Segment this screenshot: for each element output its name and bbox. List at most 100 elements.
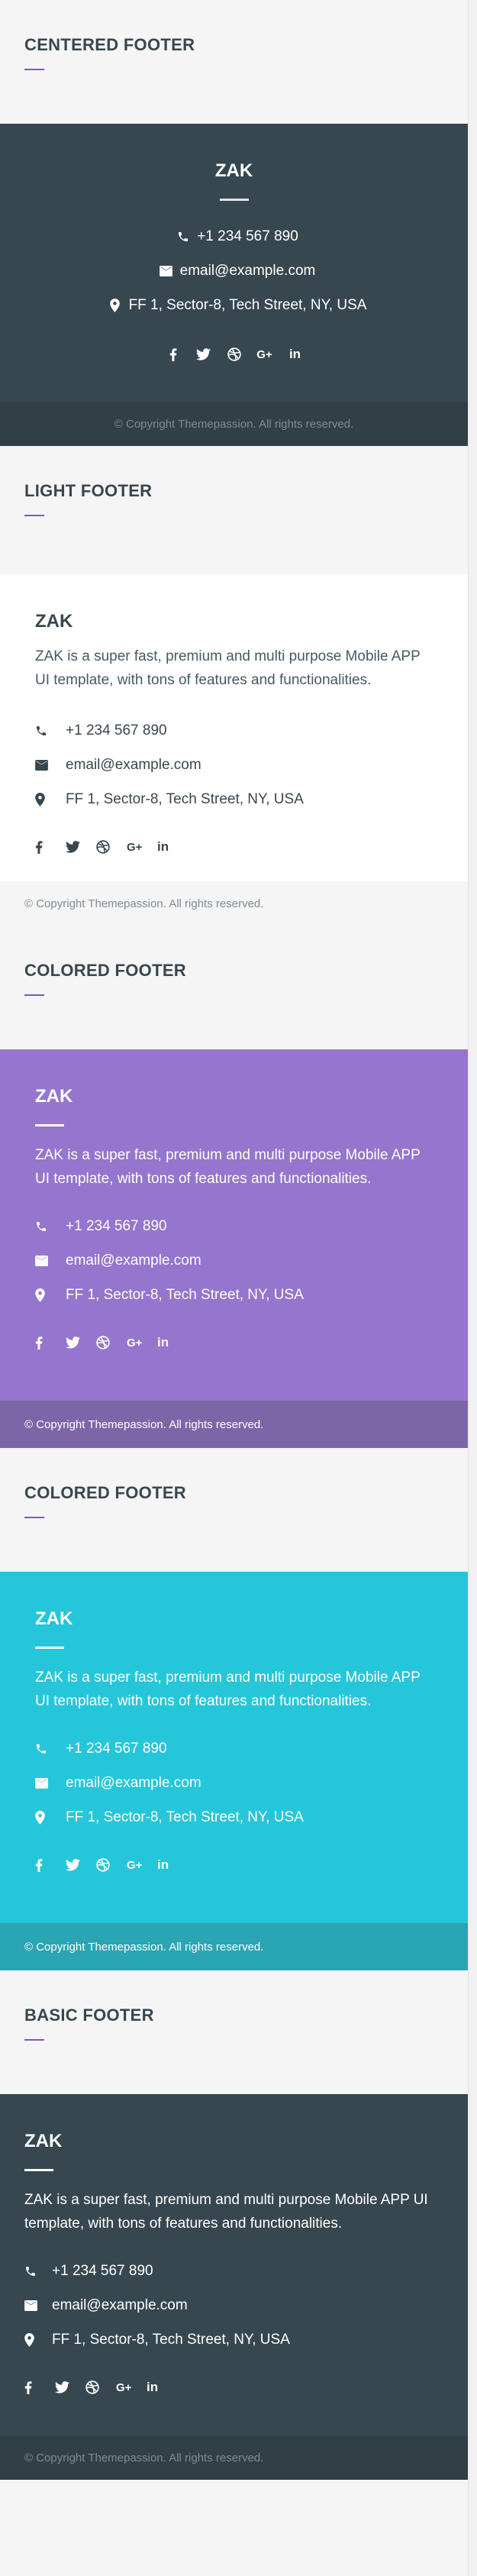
contact-phone[interactable]: +1 234 567 890 xyxy=(102,219,367,254)
section-title: LIGHT FOOTER xyxy=(24,481,153,500)
title-underline xyxy=(24,1517,44,1518)
copyright-bar: © Copyright Themepassion. All rights res… xyxy=(0,881,468,926)
title-underline xyxy=(24,994,44,996)
twitter-icon[interactable] xyxy=(66,1851,96,1879)
google-plus-icon[interactable]: G+ xyxy=(127,833,157,861)
page-scrollbar[interactable] xyxy=(468,0,477,2576)
social-links: G+ in xyxy=(35,833,433,861)
linkedin-icon[interactable]: in xyxy=(280,341,311,368)
phone-icon xyxy=(24,2265,52,2277)
contact-email[interactable]: email@example.com xyxy=(35,1243,433,1278)
phone-text: +1 234 567 890 xyxy=(197,228,298,244)
footer-description: ZAK is a super fast, premium and multi p… xyxy=(35,648,421,688)
email-icon xyxy=(24,2300,52,2311)
linkedin-icon[interactable]: in xyxy=(147,2374,177,2401)
facebook-icon[interactable] xyxy=(24,2374,55,2401)
location-icon xyxy=(35,1288,66,1302)
section-title: COLORED FOOTER xyxy=(24,961,186,980)
footer-description: ZAK is a super fast, premium and multi p… xyxy=(24,2192,428,2232)
contact-address: FF 1, Sector-8, Tech Street, NY, USA xyxy=(35,1278,433,1312)
title-underline xyxy=(24,2039,44,2041)
colored-footer-purple: ZAK ZAK is a super fast, premium and mul… xyxy=(0,1049,468,1448)
location-icon xyxy=(35,792,66,806)
google-plus-icon[interactable]: G+ xyxy=(127,1329,157,1356)
contact-email[interactable]: email@example.com xyxy=(35,1766,433,1800)
title-underline xyxy=(24,69,44,70)
dribbble-icon[interactable] xyxy=(96,1851,127,1879)
contact-email[interactable]: email@example.com xyxy=(102,254,367,288)
section-header-centered: CENTERED FOOTER xyxy=(0,0,468,124)
twitter-icon[interactable] xyxy=(55,2374,85,2401)
phone-icon xyxy=(35,725,66,737)
twitter-icon[interactable] xyxy=(189,341,219,368)
phone-text: +1 234 567 890 xyxy=(52,2262,153,2279)
facebook-icon[interactable] xyxy=(158,341,189,368)
phone-text: +1 234 567 890 xyxy=(66,1217,167,1234)
section-header-colored-cyan: COLORED FOOTER xyxy=(0,1448,468,1572)
address-text: FF 1, Sector-8, Tech Street, NY, USA xyxy=(66,1286,304,1303)
copyright-bar: © Copyright Themepassion. All rights res… xyxy=(0,402,468,446)
facebook-icon[interactable] xyxy=(35,1851,66,1879)
facebook-icon[interactable] xyxy=(35,833,66,861)
footer-description: ZAK is a super fast, premium and multi p… xyxy=(35,1669,421,1709)
copyright-text: © Copyright Themepassion. All rights res… xyxy=(24,1940,264,1954)
twitter-icon[interactable] xyxy=(66,1329,96,1356)
basic-footer: ZAK ZAK is a super fast, premium and mul… xyxy=(0,2094,468,2480)
title-underline xyxy=(24,515,44,516)
address-text: FF 1, Sector-8, Tech Street, NY, USA xyxy=(128,296,367,313)
twitter-icon[interactable] xyxy=(66,833,96,861)
brand-underline xyxy=(35,1647,64,1649)
colored-footer-cyan: ZAK ZAK is a super fast, premium and mul… xyxy=(0,1572,468,1970)
social-links: G+ in xyxy=(35,1851,433,1879)
contact-phone[interactable]: +1 234 567 890 xyxy=(35,713,433,748)
section-header-colored-purple: COLORED FOOTER xyxy=(0,926,468,1049)
contact-phone[interactable]: +1 234 567 890 xyxy=(35,1731,433,1766)
google-plus-icon[interactable]: G+ xyxy=(116,2374,147,2401)
light-footer: ZAK ZAK is a super fast, premium and mul… xyxy=(0,574,468,926)
address-text: FF 1, Sector-8, Tech Street, NY, USA xyxy=(52,2331,290,2348)
email-text: email@example.com xyxy=(52,2296,188,2313)
section-header-light: LIGHT FOOTER xyxy=(0,446,468,574)
email-text: email@example.com xyxy=(66,756,201,773)
linkedin-icon[interactable]: in xyxy=(157,833,188,861)
contact-address: FF 1, Sector-8, Tech Street, NY, USA xyxy=(35,1800,433,1834)
copyright-text: © Copyright Themepassion. All rights res… xyxy=(24,1417,264,1431)
copyright-bar: © Copyright Themepassion. All rights res… xyxy=(0,1923,468,1970)
brand-underline xyxy=(24,2169,53,2171)
linkedin-icon[interactable]: in xyxy=(157,1851,188,1879)
section-title: BASIC FOOTER xyxy=(24,2006,154,2025)
social-links: G+ in xyxy=(158,341,311,368)
google-plus-icon[interactable]: G+ xyxy=(250,341,280,368)
phone-icon xyxy=(35,1220,66,1233)
section-header-basic: BASIC FOOTER xyxy=(0,1970,468,2094)
brand-underline xyxy=(35,1124,64,1126)
footer-brand: ZAK xyxy=(214,160,253,181)
contact-phone[interactable]: +1 234 567 890 xyxy=(24,2254,443,2288)
copyright-text: © Copyright Themepassion. All rights res… xyxy=(24,897,264,910)
contact-email[interactable]: email@example.com xyxy=(24,2288,443,2322)
brand-underline xyxy=(219,199,249,201)
facebook-icon[interactable] xyxy=(35,1329,66,1356)
phone-text: +1 234 567 890 xyxy=(66,722,167,739)
phone-icon xyxy=(169,231,197,243)
dribbble-icon[interactable] xyxy=(85,2374,116,2401)
contact-email[interactable]: email@example.com xyxy=(35,748,433,782)
footer-brand: ZAK xyxy=(35,1608,73,1629)
centered-footer: ZAK +1 234 567 890 email@example.com FF … xyxy=(0,124,468,446)
contact-phone[interactable]: +1 234 567 890 xyxy=(35,1209,433,1243)
email-icon xyxy=(35,1777,66,1789)
social-links: G+ in xyxy=(24,2374,443,2401)
linkedin-icon[interactable]: in xyxy=(157,1329,188,1356)
google-plus-icon[interactable]: G+ xyxy=(127,1851,157,1879)
email-icon xyxy=(153,265,180,276)
location-icon xyxy=(35,1810,66,1825)
contact-address: FF 1, Sector-8, Tech Street, NY, USA xyxy=(35,782,433,816)
dribbble-icon[interactable] xyxy=(96,1329,127,1356)
social-links: G+ in xyxy=(35,1329,433,1356)
email-text: email@example.com xyxy=(66,1774,201,1791)
footer-description: ZAK is a super fast, premium and multi p… xyxy=(35,1147,421,1187)
dribbble-icon[interactable] xyxy=(219,341,250,368)
dribbble-icon[interactable] xyxy=(96,833,127,861)
contact-address: FF 1, Sector-8, Tech Street, NY, USA xyxy=(24,2322,443,2357)
email-icon xyxy=(35,1255,66,1266)
